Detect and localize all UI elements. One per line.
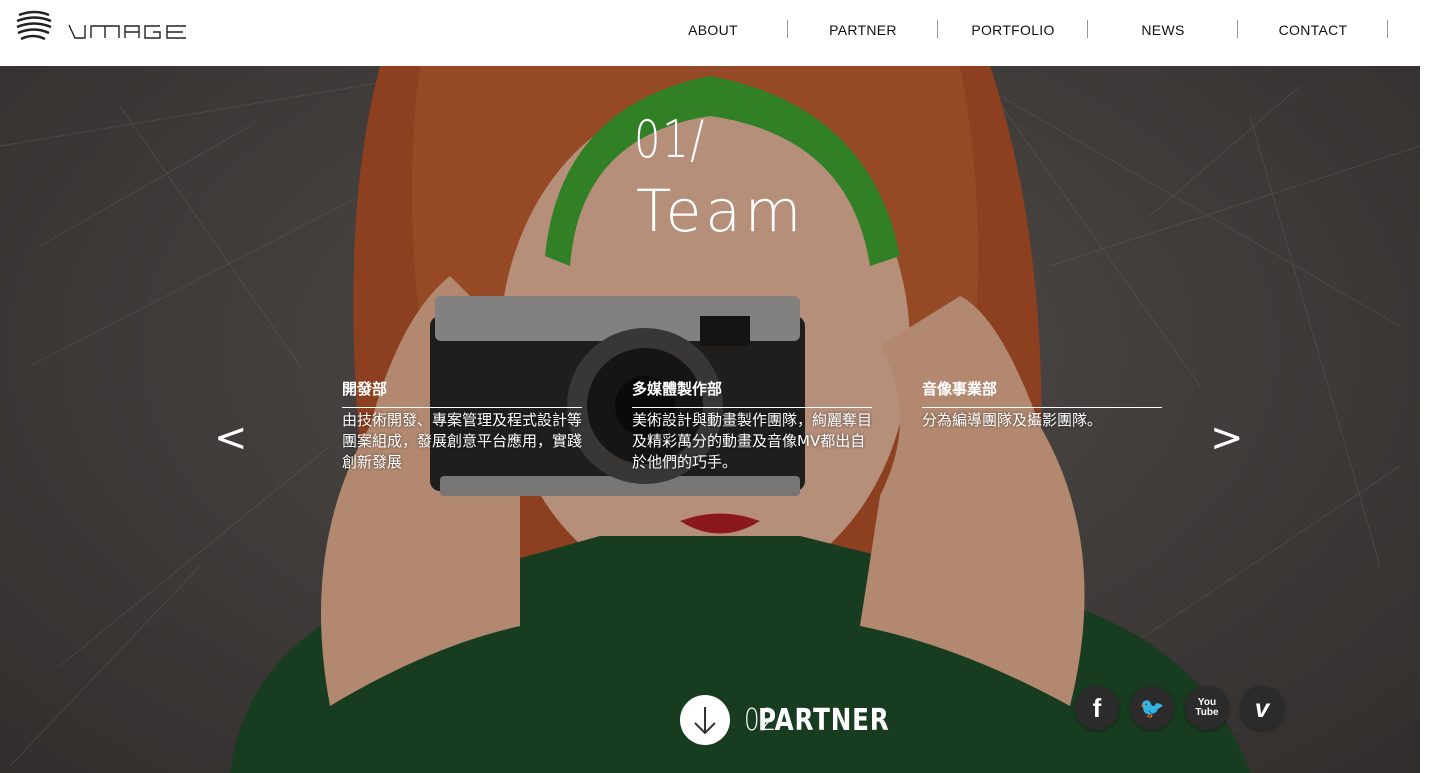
dept-description: 分為編導團隊及攝影團隊。 xyxy=(922,411,1103,429)
dept-title: 多媒體製作部 xyxy=(632,378,872,408)
youtube-icon[interactable]: You Tube xyxy=(1185,686,1229,730)
facebook-icon[interactable]: f xyxy=(1075,686,1119,730)
main-nav: ABOUT PARTNER PORTFOLIO NEWS CONTACT xyxy=(638,20,1388,40)
dept-development: 開發部 由技術開發、專案管理及程式設計等團案組成，發展創意平台應用，實踐創新發展 xyxy=(342,378,582,473)
slide-title: Team xyxy=(636,177,806,245)
nav-news[interactable]: NEWS xyxy=(1088,20,1238,40)
nav-about[interactable]: ABOUT xyxy=(638,20,788,40)
dept-title: 音像事業部 xyxy=(922,378,1162,408)
next-section-link[interactable]: 02 PARTNER xyxy=(680,694,919,746)
site-header: ABOUT PARTNER PORTFOLIO NEWS CONTACT xyxy=(0,0,1420,66)
nav-portfolio[interactable]: PORTFOLIO xyxy=(938,20,1088,40)
arrow-down-icon[interactable] xyxy=(680,695,730,745)
vmage-logo[interactable] xyxy=(15,7,195,47)
nav-contact[interactable]: CONTACT xyxy=(1238,20,1388,40)
dept-multimedia: 多媒體製作部 美術設計與動畫製作團隊，絢麗奪目及精彩萬分的動畫及音像MV都出自於… xyxy=(632,378,872,473)
next-section-label: PARTNER xyxy=(758,702,890,738)
prev-arrow[interactable]: < xyxy=(214,418,248,458)
twitter-icon[interactable]: 🐦 xyxy=(1130,686,1174,730)
dept-av: 音像事業部 分為編導團隊及攝影團隊。 xyxy=(922,378,1162,431)
dept-title: 開發部 xyxy=(342,378,582,408)
vimeo-icon[interactable]: v xyxy=(1240,686,1284,730)
nav-partner[interactable]: PARTNER xyxy=(788,20,938,40)
dept-description: 由技術開發、專案管理及程式設計等團案組成，發展創意平台應用，實踐創新發展 xyxy=(342,411,583,471)
next-arrow[interactable]: > xyxy=(1210,418,1244,458)
slide-number: 01/ xyxy=(634,110,706,170)
dept-description: 美術設計與動畫製作團隊，絢麗奪目及精彩萬分的動畫及音像MV都出自於他們的巧手。 xyxy=(632,411,873,471)
hero-slider: 01/ Team < > 開發部 由技術開發、專案管理及程式設計等團案組成，發展… xyxy=(0,66,1420,773)
